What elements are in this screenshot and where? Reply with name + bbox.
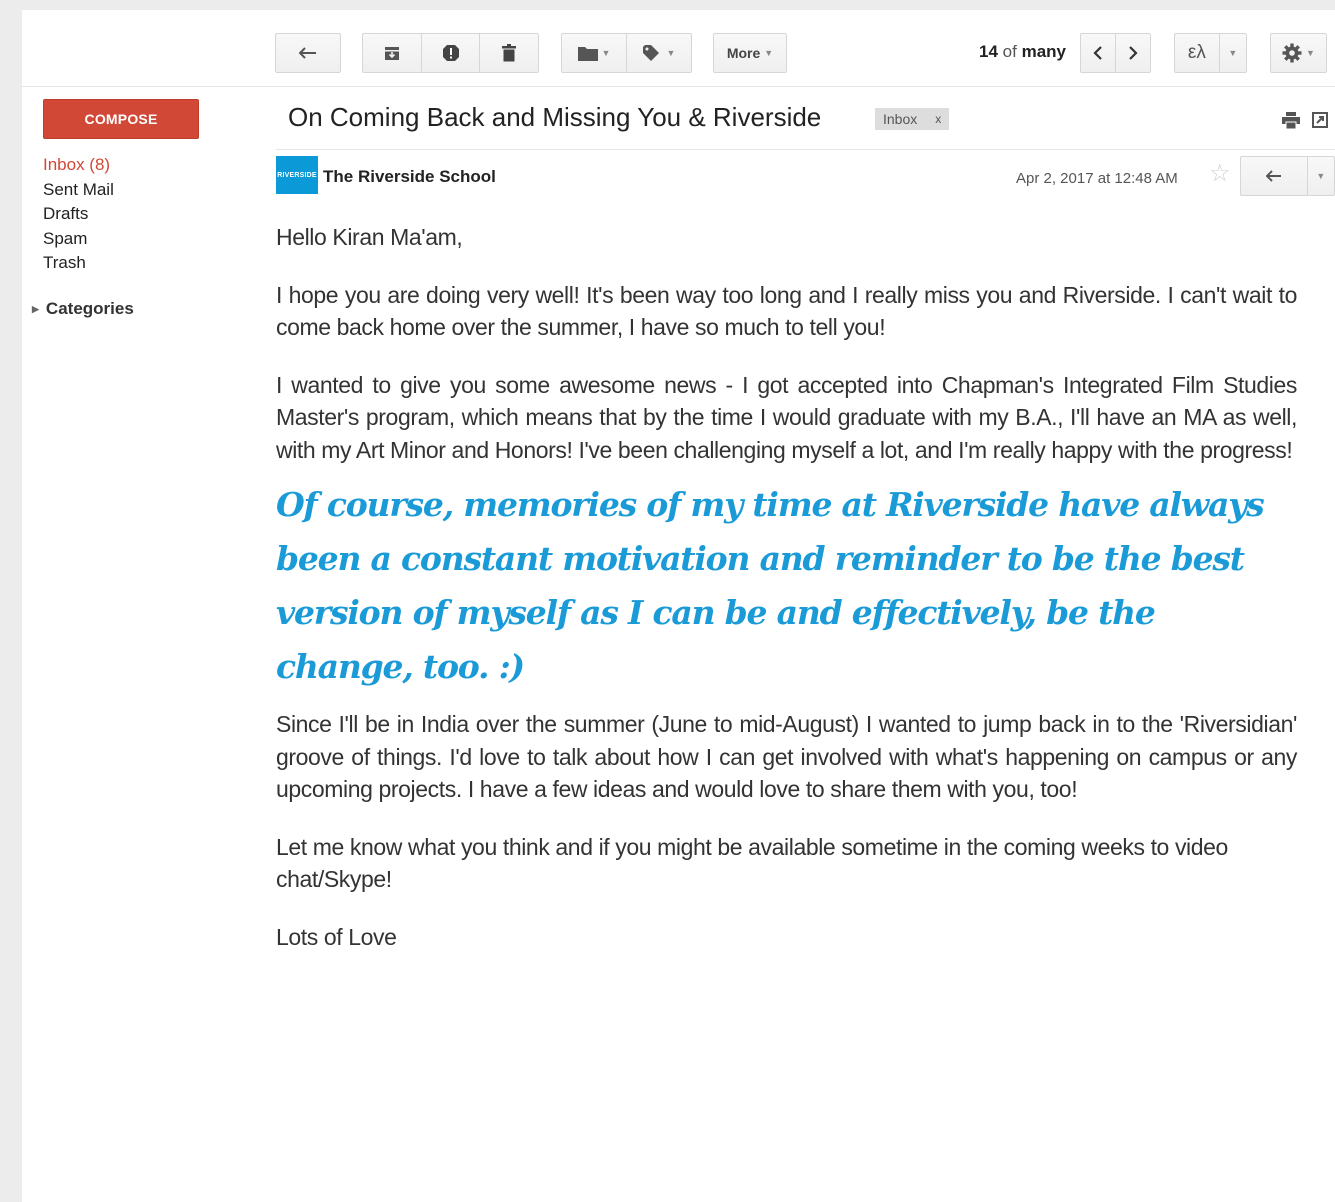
body-paragraph-1: I hope you are doing very well! It's bee… [276,281,1297,341]
body-paragraph-2: I wanted to give you some awesome news -… [276,371,1297,463]
compose-button[interactable]: COMPOSE [43,99,199,139]
chevron-down-icon: ▼ [1228,48,1238,58]
pager-of: of [1002,42,1017,61]
sidebar-item-trash[interactable]: Trash [43,251,114,276]
organize-group: ▼ ▼ [561,33,692,73]
greeting: Hello Kiran Ma'am, [276,224,463,250]
message-subject: On Coming Back and Missing You & Riversi… [288,102,822,132]
new-window-icon [1312,112,1328,128]
reply-more-button[interactable]: ▼ [1306,157,1334,195]
more-button[interactable]: More ▼ [713,33,787,73]
reply-icon [1265,170,1281,182]
highlighted-quote: Of course, memories of my time at Rivers… [276,485,1265,686]
pager-current: 14 [979,42,998,61]
sender-name[interactable]: The Riverside School [323,167,496,187]
message-body: Hello Kiran Ma'am, I hope you are doing … [276,221,1297,953]
inbox-label-chip: Inbox x [875,108,950,130]
labels-button[interactable]: ▼ [626,34,691,72]
pager-text: 14 of many [979,42,1066,62]
body-paragraph-4: Let me know what you think and if you mi… [276,833,1228,893]
folder-nav: Inbox (8) Sent Mail Drafts Spam Trash [43,153,114,276]
trash-icon [502,44,516,62]
reply-group: ▼ [1240,156,1335,196]
signoff: Lots of Love [276,923,397,950]
input-tools-group: ελ ▼ [1174,33,1247,73]
report-spam-icon [442,45,459,61]
star-icon[interactable]: ☆ [1209,162,1231,186]
archive-icon [385,47,399,60]
more-label: More [726,45,761,61]
sidebar-item-inbox[interactable]: Inbox (8) [43,153,114,178]
folder-icon [577,47,598,61]
chevron-down-icon: ▼ [601,48,611,58]
action-group [362,33,539,73]
print-icon [1282,112,1300,130]
sender-avatar: RIVERSIDE [276,156,318,194]
mail-window: ▼ ▼ More ▼ 14 of many ελ ▼ ▼ COMPOSE Inb… [22,10,1335,1202]
chevron-right-icon [1129,46,1138,60]
avatar-text: RIVERSIDE [277,171,317,179]
chevron-left-icon [1093,46,1102,60]
sidebar-item-sent[interactable]: Sent Mail [43,178,114,203]
body-paragraph-3: Since I'll be in India over the summer (… [276,711,1297,802]
pager-total: many [1021,42,1066,61]
toolbar-divider [22,86,1335,87]
input-tools-button[interactable]: ελ [1175,34,1219,72]
label-tag-icon [642,45,659,61]
categories-label: Categories [45,299,134,318]
settings-button[interactable]: ▼ [1270,33,1327,73]
remove-label-button[interactable]: x [935,112,941,126]
chevron-down-icon: ▼ [1316,171,1326,181]
pager-nav [1080,33,1151,73]
report-spam-button[interactable] [421,34,479,72]
sidebar-item-drafts[interactable]: Drafts [43,202,114,227]
older-button[interactable] [1115,34,1150,72]
delete-button[interactable] [479,34,538,72]
input-tools-dropdown[interactable]: ▼ [1218,34,1246,72]
chevron-down-icon: ▼ [764,48,774,58]
back-arrow-icon [299,47,316,59]
print-button[interactable] [1282,112,1300,134]
back-to-inbox-button[interactable] [275,33,341,73]
sidebar-categories[interactable]: ▶ Categories [32,299,134,319]
gear-icon [1282,43,1302,63]
new-window-button[interactable] [1312,112,1328,133]
label-name: Inbox [883,111,918,127]
chevron-down-icon: ▼ [1306,48,1315,58]
message-date: Apr 2, 2017 at 12:48 AM [1016,170,1178,187]
input-language-label: ελ [1187,42,1206,63]
sidebar-item-spam[interactable]: Spam [43,227,114,252]
expand-arrow-icon: ▶ [32,303,39,314]
chevron-down-icon: ▼ [666,48,676,58]
move-to-button[interactable]: ▼ [562,34,626,72]
newer-button[interactable] [1081,34,1115,72]
archive-button[interactable] [363,34,421,72]
subject-divider [276,149,1335,150]
reply-button[interactable] [1241,157,1307,195]
